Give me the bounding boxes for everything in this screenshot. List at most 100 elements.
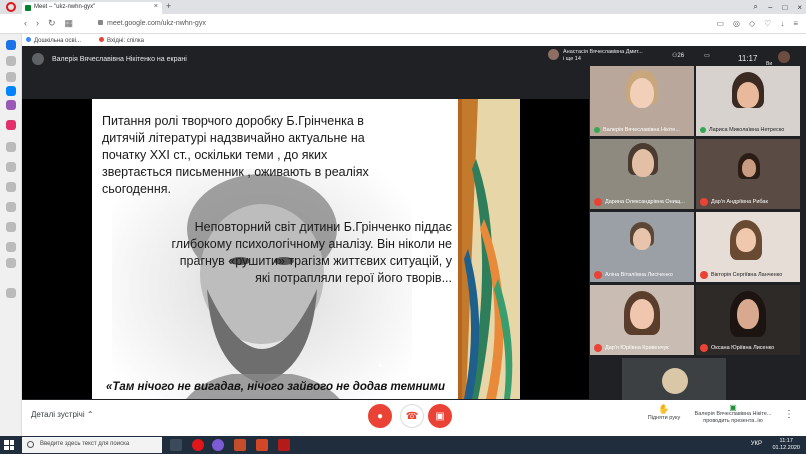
participant-tile[interactable]: Дар'я Юріївна Кривенчук: [590, 285, 694, 355]
bookmarks-icon[interactable]: [6, 72, 16, 82]
self-tile[interactable]: [622, 358, 726, 401]
avatar: [548, 49, 559, 60]
instagram-icon[interactable]: [6, 120, 16, 130]
maximize-icon[interactable]: □: [782, 3, 787, 12]
new-tab-icon[interactable]: +: [166, 1, 171, 11]
participant-tile[interactable]: Дар'я Андріївна Рибак: [696, 139, 800, 209]
more-options-icon[interactable]: ⋮: [784, 409, 794, 420]
slide-paragraph-2: Неповторний світ дитини Б.Грінченко підд…: [171, 220, 453, 285]
top-user-sub: і ще 14: [563, 56, 581, 62]
opera-sidebar: [0, 34, 22, 436]
browser-tab-meet[interactable]: Meet – "ukz-nwhn-gyx" ×: [22, 2, 162, 14]
end-call-button[interactable]: ☎: [400, 404, 424, 428]
send-icon[interactable]: [6, 182, 16, 192]
participant-tile[interactable]: Дарина Олександрівна Онищ...: [590, 139, 694, 209]
camera-icon[interactable]: ▭: [716, 19, 724, 28]
self-avatar[interactable]: [778, 51, 790, 63]
download-icon[interactable]: ↓: [780, 19, 784, 28]
meet-favicon-icon: [25, 5, 31, 11]
slide-paragraph-1: Питання ролі творчого доробку Б.Грінченк…: [102, 114, 369, 196]
snapshot-icon[interactable]: ◎: [733, 19, 740, 28]
opera-logo-icon[interactable]: [6, 2, 16, 12]
nav-buttons: ‹ › ↻ ▦: [24, 18, 73, 29]
presenting-button[interactable]: ▣ Валерія Вячеславівна Нікіте... проводи…: [688, 404, 778, 425]
close-tab-icon[interactable]: ×: [154, 3, 158, 10]
location-icon[interactable]: [6, 288, 16, 298]
mic-muted-icon: [700, 344, 708, 352]
participant-name: Дар'я Юріївна Кривенчук: [605, 345, 669, 351]
mic-toggle-button[interactable]: ●: [368, 404, 392, 428]
reload-icon[interactable]: ↻: [48, 18, 56, 29]
extensions-icon[interactable]: [6, 242, 16, 252]
bookmark-icon: [99, 36, 105, 42]
settings-icon[interactable]: [6, 258, 16, 268]
task-view-icon[interactable]: [170, 439, 182, 451]
meet-window: Валерія Вячеславівна Нікітенко на екрані…: [22, 46, 806, 436]
meeting-details-button[interactable]: Деталі зустрічі ⌃: [31, 410, 94, 419]
home-icon[interactable]: [6, 56, 16, 66]
history-icon[interactable]: [6, 142, 16, 152]
hand-icon: ✋: [658, 404, 670, 414]
viber-taskbar-icon[interactable]: [212, 439, 224, 451]
slide-quote: «Там нічого не вигадав, нічого зайвого н…: [106, 381, 445, 393]
windows-start-icon[interactable]: [4, 440, 14, 450]
url-field[interactable]: meet.google.com/ukz-nwhn-gyx: [98, 20, 206, 27]
address-bar: ‹ › ↻ ▦ meet.google.com/ukz-nwhn-gyx ▭ ◎…: [0, 14, 806, 34]
chat-icon[interactable]: ▭: [704, 52, 710, 59]
messenger-icon[interactable]: [6, 86, 16, 96]
mic-active-icon: [700, 127, 706, 133]
mic-muted-icon: [700, 198, 708, 206]
viber-icon[interactable]: [6, 100, 16, 110]
bookmark-item[interactable]: Вхідні: спілка: [99, 36, 144, 44]
shield-icon[interactable]: ◇: [749, 19, 755, 28]
mic-muted-icon: [594, 344, 602, 352]
forward-icon[interactable]: ›: [36, 18, 39, 29]
heart-sidebar-icon[interactable]: [6, 222, 16, 232]
mouse-cursor-icon: [379, 361, 382, 367]
taskbar-clock[interactable]: 11:17 01.12.2020: [772, 438, 800, 452]
mic-active-icon: [594, 127, 600, 133]
player-icon[interactable]: [6, 202, 16, 212]
participant-name: Дар'я Андріївна Рибак: [711, 199, 768, 205]
participant-name: Вікторія Сергіївна Ланченко: [711, 272, 783, 278]
participant-tile[interactable]: Аліна Віталіївна Лисіченко: [590, 212, 694, 282]
tabs-grid-icon[interactable]: ▦: [65, 18, 74, 29]
close-window-icon[interactable]: ×: [797, 3, 802, 12]
top-speaker[interactable]: Анастасія Вячеславівна Дмит... і ще 14: [548, 49, 643, 63]
raise-hand-button[interactable]: ✋ Підняти руку: [644, 404, 684, 421]
bookmark-icon: [26, 36, 31, 42]
participants-button[interactable]: ⚇26: [672, 52, 684, 59]
minimize-icon[interactable]: −: [768, 3, 773, 12]
bookmark-item[interactable]: Дошкільна осві...: [26, 36, 81, 44]
top-user-name: Анастасія Вячеславівна Дмит...: [563, 49, 643, 55]
participant-tile[interactable]: Вікторія Сергіївна Ланченко: [696, 212, 800, 282]
camera-toggle-button[interactable]: ▣: [428, 404, 452, 428]
menu-icon[interactable]: ≡: [793, 19, 798, 28]
participant-name: Аліна Віталіївна Лисіченко: [605, 272, 673, 278]
pdf-taskbar-icon[interactable]: [278, 439, 290, 451]
back-icon[interactable]: ‹: [24, 18, 27, 29]
present-screen-icon: ▣: [729, 403, 737, 412]
meet-clock: 11:17: [738, 54, 758, 63]
url-text: meet.google.com/ukz-nwhn-gyx: [107, 20, 206, 27]
clock-icon[interactable]: [6, 162, 16, 172]
mic-off-icon: ●: [376, 410, 384, 422]
app-taskbar-icon[interactable]: [234, 439, 246, 451]
search-tabs-icon[interactable]: ⌕: [753, 2, 757, 12]
address-bar-actions: ▭ ◎ ◇ ♡ ↓ ≡: [716, 19, 798, 28]
bookmarks-bar: Дошкільна осві... Вхідні: спілка: [22, 34, 806, 46]
language-indicator[interactable]: УКР: [751, 441, 762, 447]
participant-name: Валерія Вячеславівна Нікіте...: [603, 127, 680, 133]
participant-tile[interactable]: Валерія Вячеславівна Нікіте...: [590, 66, 694, 136]
heart-icon[interactable]: ♡: [764, 19, 771, 28]
taskbar-search-input[interactable]: Введите здесь текст для поиска: [22, 437, 162, 453]
mic-muted-icon: [594, 271, 602, 279]
mic-muted-icon: [700, 271, 708, 279]
participant-tile[interactable]: Оксана Юріївна Лисенко: [696, 285, 800, 355]
speed-dial-icon[interactable]: [6, 40, 16, 50]
mic-muted-icon: [594, 198, 602, 206]
browser-tab-strip: Meet – "ukz-nwhn-gyx" × + ⌕ − □ ×: [0, 0, 806, 14]
opera-taskbar-icon[interactable]: [192, 439, 204, 451]
powerpoint-taskbar-icon[interactable]: [256, 439, 268, 451]
participant-tile[interactable]: Лариса Миколаївна Нетреско: [696, 66, 800, 136]
